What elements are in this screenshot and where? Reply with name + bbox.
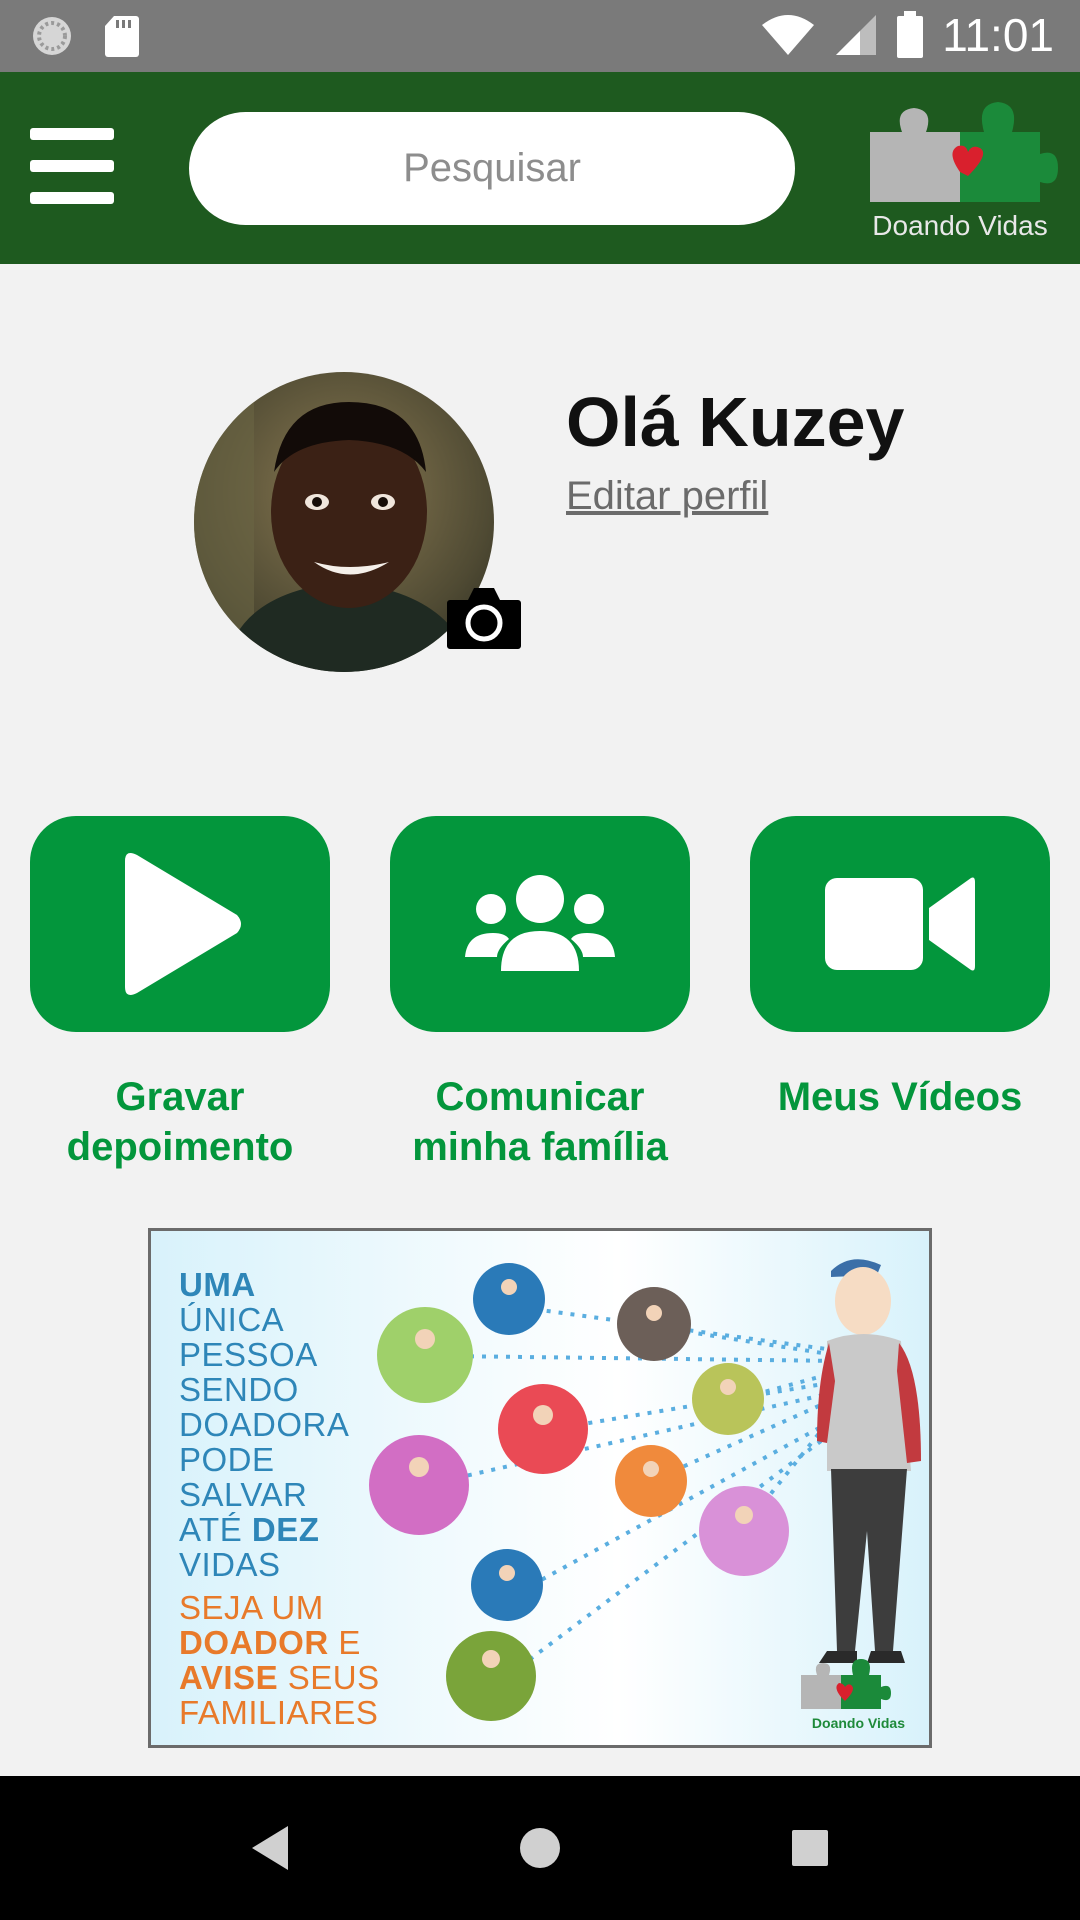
puzzle-logo-icon (870, 102, 1058, 202)
app-bar: Doando Vidas (0, 72, 1080, 264)
clock: 11:01 (942, 9, 1054, 61)
banner-logo-text: Doando Vidas (811, 1715, 905, 1731)
hamburger-icon-line (30, 160, 114, 172)
wifi-icon (762, 15, 815, 55)
video-camera-icon (825, 877, 975, 971)
battery-icon (897, 11, 924, 58)
menu-button[interactable] (30, 128, 114, 204)
system-nav-bar (0, 1776, 1080, 1920)
donation-banner[interactable]: UMA ÚNICA PESSOA SENDO DOADORA PODE SALV… (148, 1228, 932, 1748)
status-bar: 11:01 (0, 0, 1080, 72)
app-logo: Doando Vidas (862, 92, 1058, 252)
notify-family-label-line2: minha família (412, 1125, 668, 1169)
banner-logo-icon (801, 1659, 891, 1709)
camera-icon (447, 588, 521, 649)
home-icon[interactable] (518, 1826, 562, 1870)
recents-icon[interactable] (790, 1828, 830, 1868)
record-testimony-label-line2: depoimento (66, 1125, 294, 1169)
status-left-icons (30, 14, 140, 58)
change-photo-button[interactable] (446, 584, 522, 650)
standing-person-figure (817, 1259, 921, 1663)
record-testimony-label: Gravar depoimento (0, 1072, 360, 1172)
sync-icon (33, 17, 71, 55)
donor-circles (369, 1263, 789, 1721)
greeting-title: Olá Kuzey (566, 383, 905, 461)
hamburger-icon-line (30, 192, 114, 204)
notify-family-label: Comunicar minha família (360, 1072, 720, 1172)
record-testimony-label-line1: Gravar (115, 1075, 245, 1119)
notify-family-label-line1: Comunicar (435, 1075, 645, 1119)
back-icon[interactable] (248, 1824, 292, 1872)
record-testimony-button[interactable] (30, 816, 330, 1032)
banner-illustration (369, 1259, 921, 1721)
search-input[interactable] (189, 112, 795, 225)
group-icon (465, 875, 615, 971)
cell-signal-icon (836, 15, 877, 55)
sd-card-icon (105, 16, 139, 57)
logo-text: Doando Vidas (872, 210, 1048, 241)
hamburger-icon (30, 128, 114, 140)
my-videos-button[interactable] (750, 816, 1050, 1032)
my-videos-label-line1: Meus Vídeos (777, 1075, 1023, 1119)
status-right-icons: 11:01 (760, 8, 1054, 62)
play-icon (125, 853, 241, 995)
notify-family-button[interactable] (390, 816, 690, 1032)
my-videos-label: Meus Vídeos (720, 1072, 1080, 1122)
edit-profile-link[interactable]: Editar perfil (566, 474, 768, 519)
